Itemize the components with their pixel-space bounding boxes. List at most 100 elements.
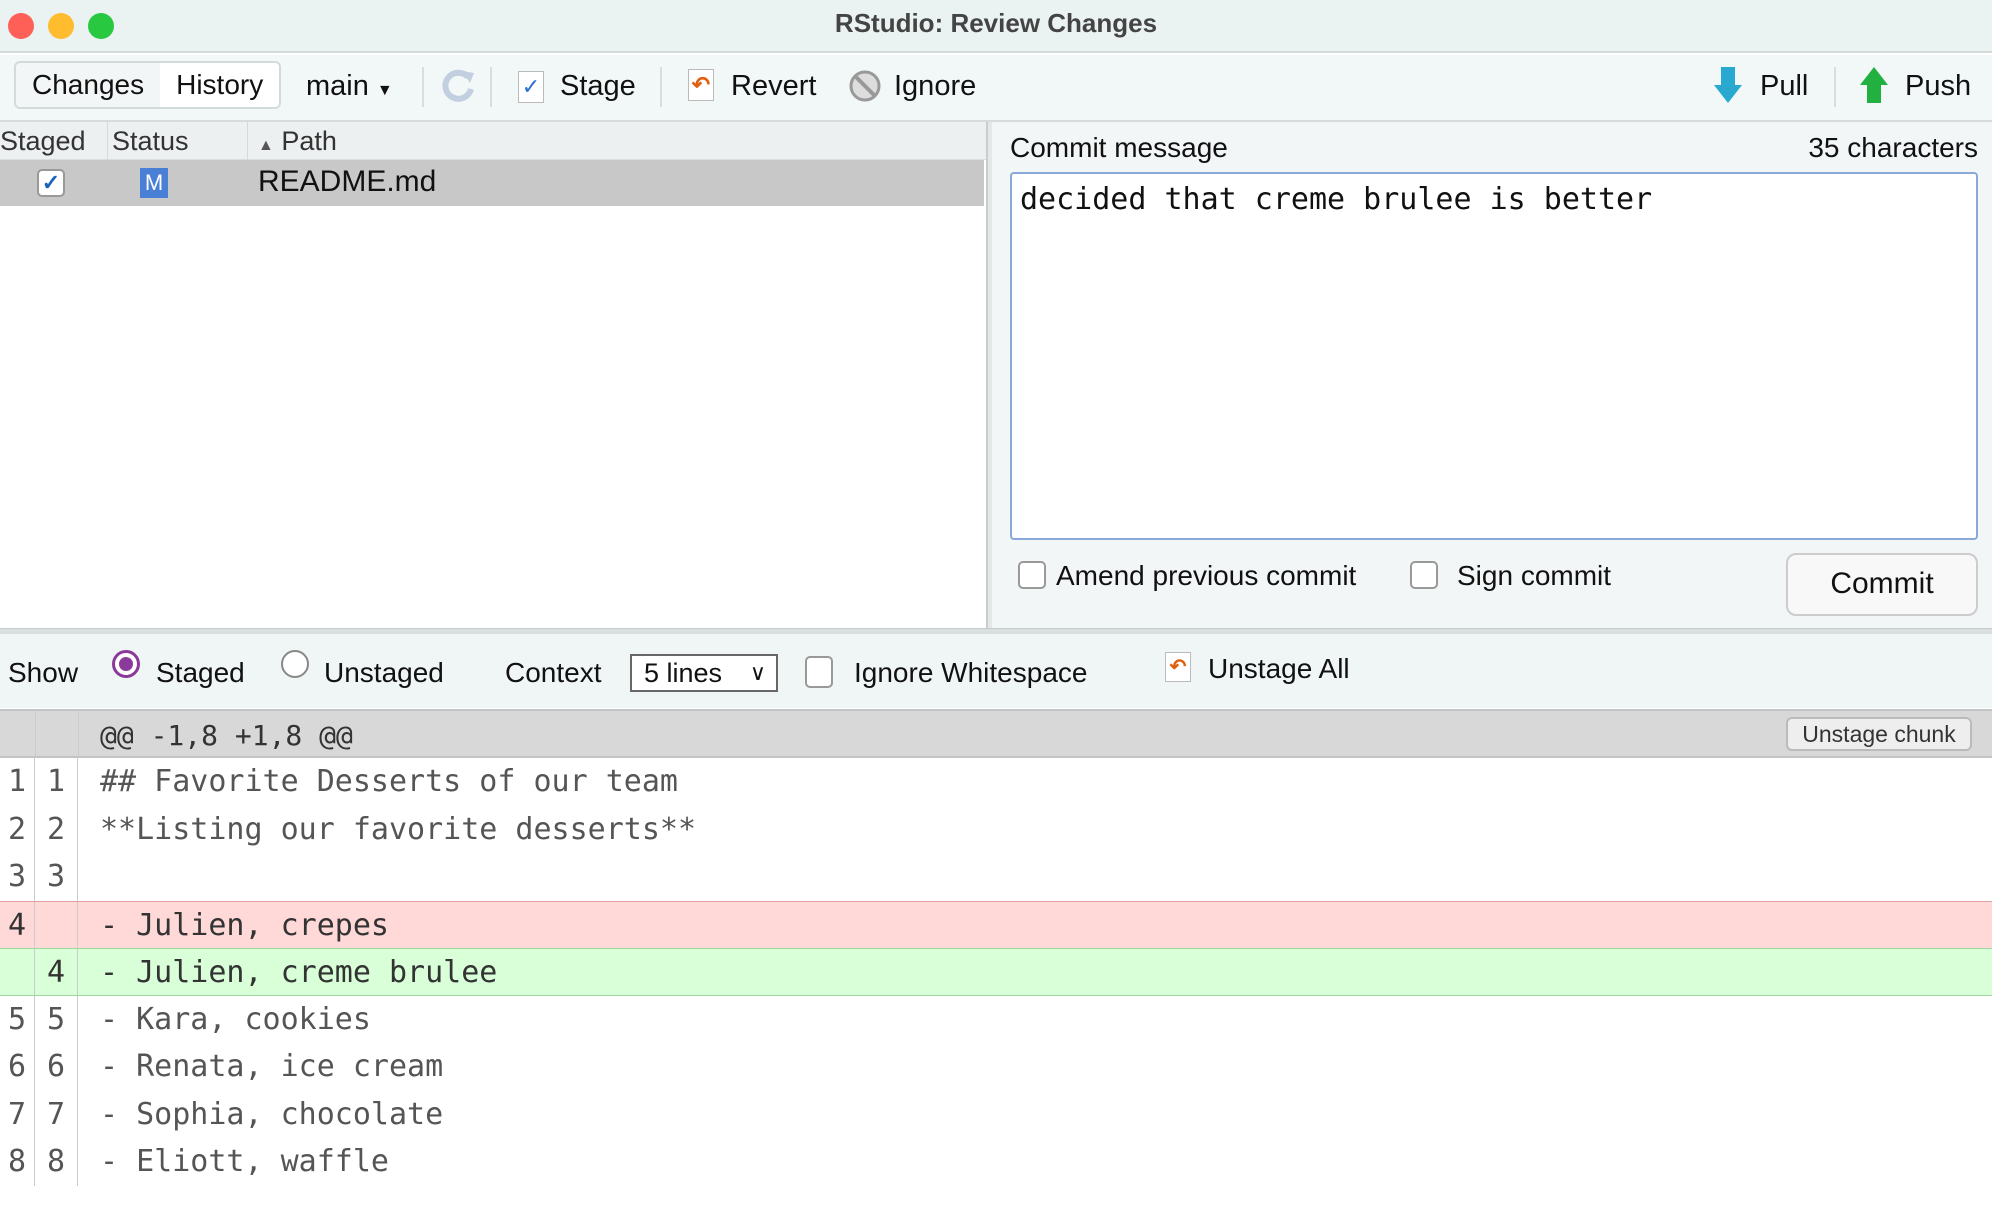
stage-button[interactable]: Stage xyxy=(560,69,636,103)
view-tabs: Changes History xyxy=(14,61,282,109)
line-text: - Julien, crepes xyxy=(100,907,389,943)
divider xyxy=(490,67,492,107)
new-line-number: 5 xyxy=(35,995,78,1043)
unstage-icon: ↶ xyxy=(1165,652,1191,682)
context-line[interactable]: 88 - Eliott, waffle xyxy=(0,1138,1992,1186)
ignore-icon xyxy=(848,69,882,111)
commit-message-label: Commit message xyxy=(1010,132,1228,163)
status-badge: M xyxy=(140,168,168,198)
old-line-number: 1 xyxy=(0,758,35,806)
column-header-path[interactable]: ▲ Path xyxy=(258,122,337,160)
added-line[interactable]: 4 - Julien, creme brulee xyxy=(0,948,1992,996)
pull-icon xyxy=(1712,65,1744,113)
context-select[interactable]: 5 lines ∨ xyxy=(630,654,778,692)
branch-name: main xyxy=(306,70,369,102)
old-line-number: 7 xyxy=(0,1090,35,1138)
diff-toolbar: Show Staged Unstaged Context 5 lines ∨ Ig… xyxy=(0,634,1992,708)
staged-checkbox[interactable]: ✓ xyxy=(37,169,65,197)
refresh-button[interactable] xyxy=(438,65,478,113)
chevron-down-icon: ∨ xyxy=(749,660,766,685)
title-bar: RStudio: Review Changes xyxy=(0,0,1992,53)
ignore-whitespace-label: Ignore Whitespace xyxy=(854,657,1088,688)
old-line-number: 2 xyxy=(0,805,35,853)
context-line[interactable]: 2 2 **Listing our favorite desserts** xyxy=(0,805,1992,853)
context-label: Context xyxy=(505,657,602,688)
divider xyxy=(660,67,662,107)
line-text: - Sophia, chocolate xyxy=(100,1096,444,1132)
file-list-pane: Staged Status ▲ Path ✓ M README.md xyxy=(0,122,986,630)
new-line-number: 4 xyxy=(35,949,78,995)
file-row[interactable]: ✓ M README.md xyxy=(0,160,984,206)
line-text: - Renata, ice cream xyxy=(100,1049,444,1084)
gutter-divider xyxy=(78,711,79,756)
new-line-number: 7 xyxy=(35,1090,78,1138)
old-line-number: 6 xyxy=(0,1043,35,1091)
staged-radio[interactable] xyxy=(112,650,140,678)
ignore-whitespace-checkbox[interactable] xyxy=(805,656,833,688)
sort-asc-icon: ▲ xyxy=(258,137,274,154)
line-text: - Kara, cookies xyxy=(100,1001,371,1037)
old-line-number: 3 xyxy=(0,853,35,901)
old-line-number: 4 xyxy=(0,901,35,948)
line-text: ## Favorite Desserts of our team xyxy=(100,764,678,799)
commit-button[interactable]: Commit xyxy=(1786,553,1978,616)
push-icon xyxy=(1858,65,1890,113)
line-text: - Eliott, waffle xyxy=(100,1144,389,1179)
tab-history[interactable]: History xyxy=(160,63,280,107)
file-list-header: Staged Status ▲ Path xyxy=(0,122,986,160)
refresh-icon xyxy=(442,69,474,102)
caret-down-icon: ▼ xyxy=(376,82,393,99)
path-header-label: Path xyxy=(281,126,337,156)
revert-icon: ↶ xyxy=(688,69,714,101)
old-line-number: 5 xyxy=(0,995,35,1043)
commit-pane: Commit message 35 characters decided tha… xyxy=(992,122,1992,630)
sign-commit-checkbox[interactable] xyxy=(1410,561,1438,589)
new-line-number: 1 xyxy=(35,758,78,806)
context-line[interactable]: 55 - Kara, cookies xyxy=(0,995,1992,1043)
deleted-line[interactable]: 4 - Julien, crepes xyxy=(0,900,1992,948)
tab-changes[interactable]: Changes xyxy=(16,63,161,107)
unstaged-radio[interactable] xyxy=(281,650,309,678)
old-line-number: 8 xyxy=(0,1138,35,1186)
sign-commit-label: Sign commit xyxy=(1457,560,1612,591)
context-line[interactable]: 77 - Sophia, chocolate xyxy=(0,1090,1992,1138)
gutter-divider xyxy=(35,711,36,756)
show-label: Show xyxy=(8,657,79,688)
hunk-range: @@ -1,8 +1,8 @@ xyxy=(100,719,353,752)
line-text: **Listing our favorite desserts** xyxy=(100,811,697,847)
file-path: README.md xyxy=(258,165,437,198)
new-line-number xyxy=(35,901,78,948)
pull-button[interactable]: Pull xyxy=(1760,69,1808,103)
unstaged-radio-label: Unstaged xyxy=(324,657,444,688)
hunk-header: @@ -1,8 +1,8 @@ Unstage chunk xyxy=(0,709,1992,758)
ignore-button[interactable]: Ignore xyxy=(894,69,976,103)
amend-checkbox[interactable] xyxy=(1018,561,1046,589)
branch-dropdown[interactable]: main ▼ xyxy=(306,69,393,108)
push-button[interactable]: Push xyxy=(1905,69,1971,103)
old-line-number xyxy=(0,949,35,995)
staged-radio-label: Staged xyxy=(156,657,245,688)
window-title: RStudio: Review Changes xyxy=(834,8,1158,38)
new-line-number: 3 xyxy=(35,853,78,901)
column-header-staged[interactable]: Staged xyxy=(0,122,108,160)
new-line-number: 2 xyxy=(35,805,78,853)
toolbar: Changes History main ▼ ✓ Stage ↶ Revert … xyxy=(0,55,1992,122)
divider xyxy=(1834,67,1836,107)
divider xyxy=(422,67,424,107)
context-line[interactable]: 66 - Renata, ice cream xyxy=(0,1043,1992,1091)
unstage-chunk-button[interactable]: Unstage chunk xyxy=(1786,717,1972,751)
commit-message-input[interactable]: decided that creme brulee is better xyxy=(1010,172,1978,540)
unstage-all-button[interactable]: Unstage All xyxy=(1208,652,1350,686)
diff-lines: 1 1 ## Favorite Desserts of our team 2 2 **Li… xyxy=(0,758,1992,1186)
context-line[interactable]: 1 1 ## Favorite Desserts of our team xyxy=(0,758,1992,806)
character-count: 35 characters xyxy=(1808,132,1978,163)
amend-label: Amend previous commit xyxy=(1056,560,1357,591)
new-line-number: 8 xyxy=(35,1138,78,1186)
column-header-status[interactable]: Status xyxy=(112,122,248,160)
stage-checkbox-icon[interactable]: ✓ xyxy=(518,71,544,103)
line-text: - Julien, creme brulee xyxy=(100,955,498,990)
context-value: 5 lines xyxy=(644,658,723,688)
context-line[interactable]: 33 xyxy=(0,853,1992,901)
revert-button[interactable]: Revert xyxy=(731,69,816,103)
new-line-number: 6 xyxy=(35,1043,78,1091)
